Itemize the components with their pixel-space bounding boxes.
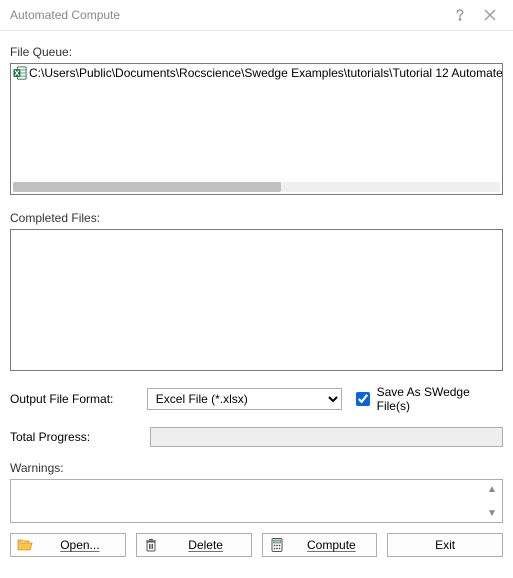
- dialog-content: File Queue: C:\Users\Public\Documents\Ro…: [0, 31, 513, 567]
- folder-open-icon: [17, 537, 33, 553]
- titlebar: Automated Compute: [0, 0, 513, 31]
- delete-button[interactable]: Delete: [136, 533, 252, 557]
- scroll-up-arrow[interactable]: ▲: [484, 482, 500, 496]
- file-queue-item[interactable]: C:\Users\Public\Documents\Rocscience\Swe…: [11, 64, 502, 82]
- exit-button[interactable]: Exit: [387, 533, 503, 557]
- scrollbar-thumb[interactable]: [13, 182, 281, 192]
- save-as-swedge-label: Save As SWedge File(s): [377, 385, 503, 413]
- file-path: C:\Users\Public\Documents\Rocscience\Swe…: [29, 66, 503, 80]
- open-button[interactable]: Open...: [10, 533, 126, 557]
- warnings-box[interactable]: ▲ ▼: [10, 479, 503, 523]
- total-progress-bar: [150, 427, 503, 447]
- close-button[interactable]: [475, 0, 505, 30]
- warnings-label: Warnings:: [10, 461, 503, 475]
- calculator-icon: [269, 537, 285, 553]
- output-format-label: Output File Format:: [10, 392, 137, 406]
- file-queue-list[interactable]: C:\Users\Public\Documents\Rocscience\Swe…: [10, 63, 503, 195]
- window-title: Automated Compute: [10, 8, 445, 22]
- excel-icon: [13, 66, 27, 80]
- file-queue-label: File Queue:: [10, 45, 503, 59]
- scroll-down-arrow[interactable]: ▼: [484, 506, 500, 520]
- completed-files-label: Completed Files:: [10, 211, 503, 225]
- save-as-swedge-checkbox[interactable]: [356, 392, 370, 406]
- total-progress-label: Total Progress:: [10, 430, 140, 444]
- trash-icon: [143, 537, 159, 553]
- help-button[interactable]: [445, 0, 475, 30]
- save-as-swedge-option[interactable]: Save As SWedge File(s): [352, 385, 503, 413]
- total-progress-row: Total Progress:: [10, 427, 503, 447]
- button-row: Open... Delete: [10, 533, 503, 557]
- output-format-select[interactable]: Excel File (*.xlsx): [147, 388, 342, 410]
- output-format-row: Output File Format: Excel File (*.xlsx) …: [10, 385, 503, 413]
- completed-files-list[interactable]: [10, 229, 503, 371]
- compute-button[interactable]: Compute: [262, 533, 378, 557]
- warnings-vscrollbar[interactable]: ▲ ▼: [484, 482, 500, 520]
- file-queue-hscrollbar[interactable]: [13, 182, 500, 192]
